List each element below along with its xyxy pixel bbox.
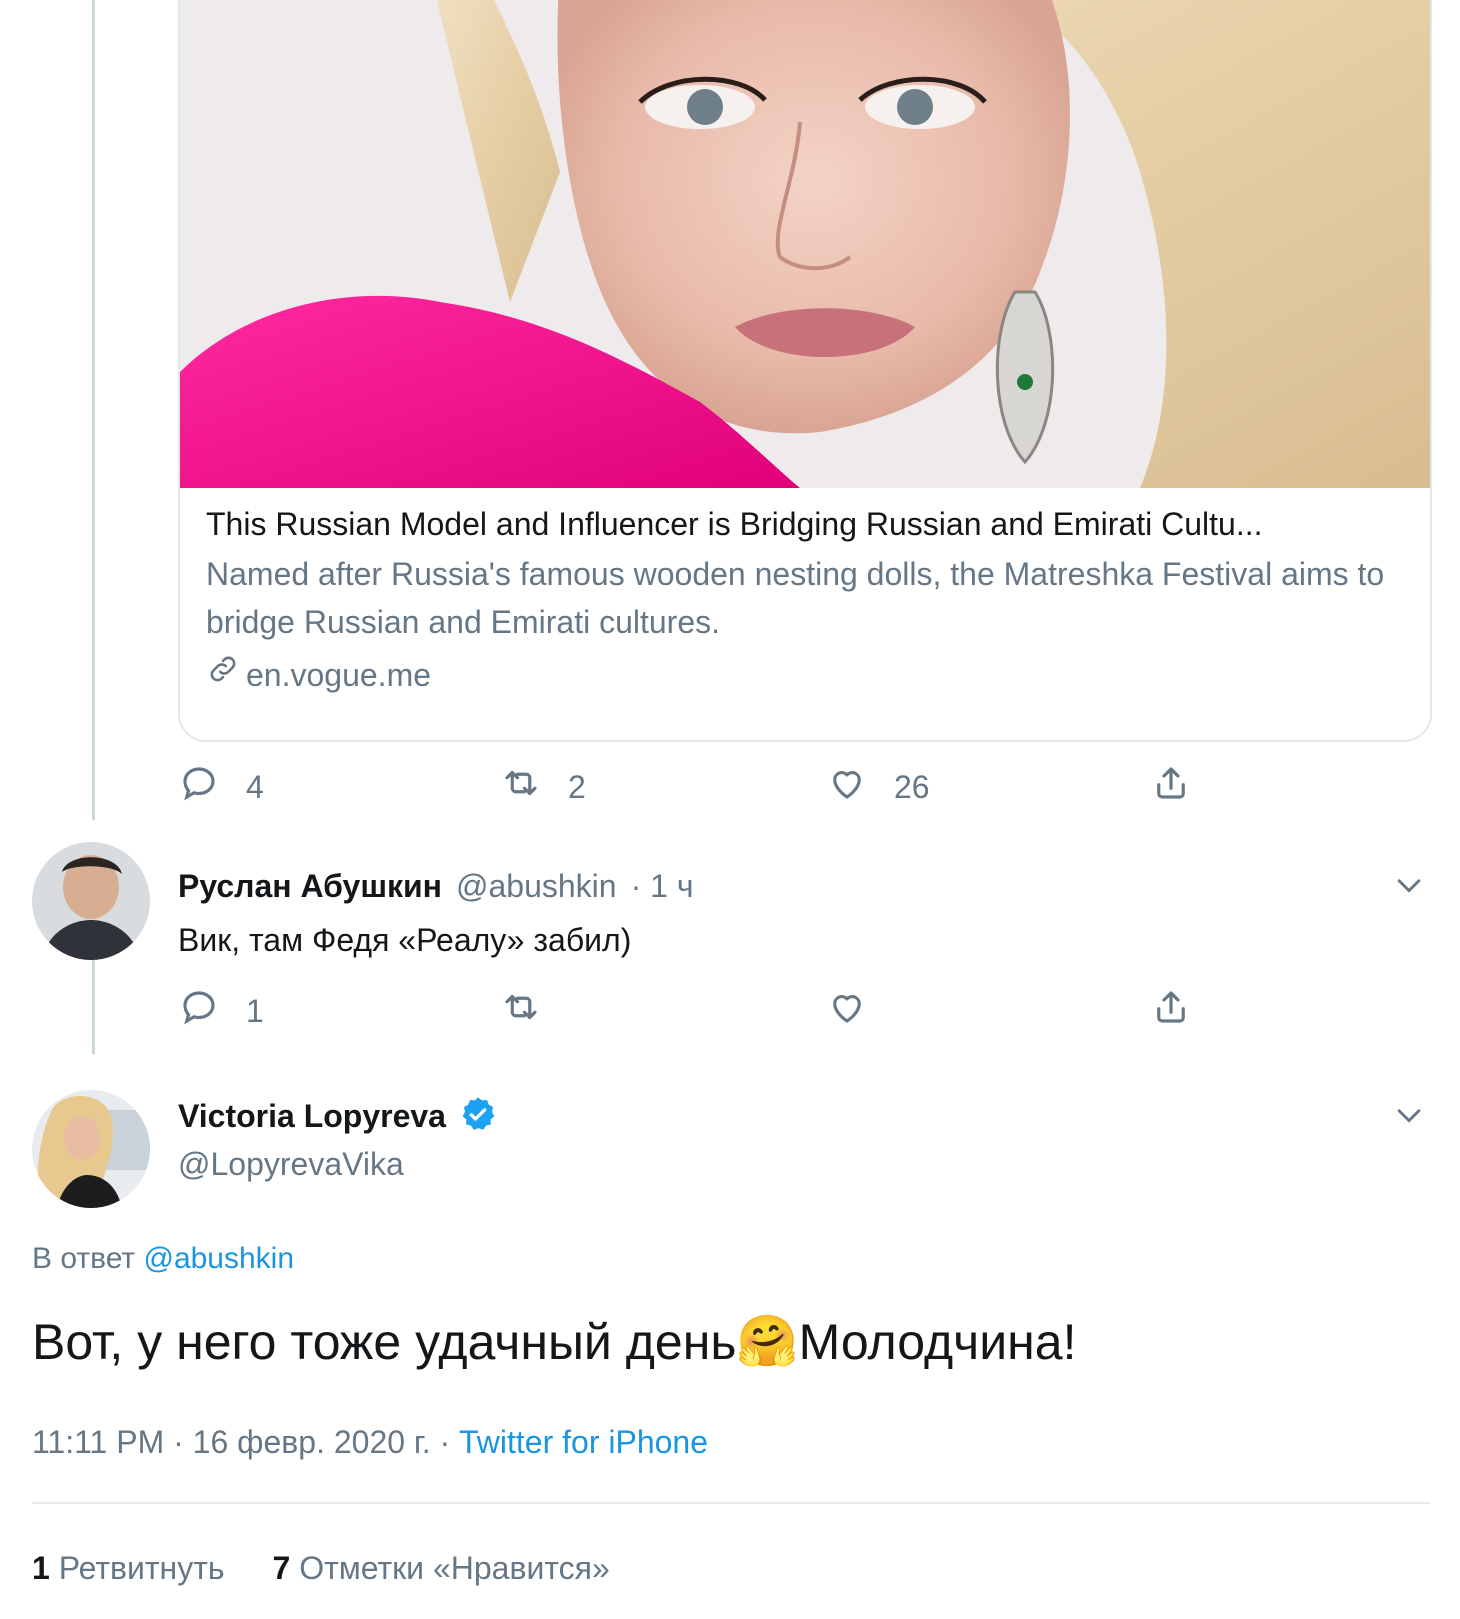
retweet-button[interactable]: [500, 986, 542, 1036]
reply-icon: [178, 762, 220, 812]
share-button[interactable]: [1150, 986, 1192, 1036]
replying-to: В ответ @abushkin: [32, 1242, 294, 1276]
replying-to-link[interactable]: @abushkin: [143, 1242, 294, 1275]
card-domain: en.vogue.me: [246, 656, 432, 693]
main-author-name[interactable]: Victoria Lopyreva: [178, 1098, 446, 1135]
like-button[interactable]: [826, 986, 868, 1036]
reply-time[interactable]: · 1 ч: [631, 868, 694, 905]
meta-divider: [32, 1502, 1430, 1504]
tweet-source-link[interactable]: Twitter for iPhone: [459, 1424, 708, 1460]
main-author-handle[interactable]: @LopyrevaVika: [178, 1146, 404, 1183]
verified-badge-icon: [458, 1094, 498, 1139]
reply-count: 4: [246, 768, 264, 805]
share-button[interactable]: [1150, 762, 1192, 812]
likes-label: Отметки «Нравится»: [299, 1550, 610, 1586]
main-tweet-author-row: Victoria Lopyreva: [178, 1094, 498, 1139]
reply-icon: [178, 986, 220, 1036]
avatar-ruslan[interactable]: [32, 842, 150, 960]
reply-count: 1: [246, 992, 264, 1029]
avatar-victoria[interactable]: [32, 1090, 150, 1208]
main-text-after: Молодчина!: [798, 1313, 1077, 1370]
main-text-before: Вот, у него тоже удачный день: [32, 1313, 737, 1370]
thread-line-middle: [92, 958, 95, 1054]
heart-icon: [826, 986, 868, 1036]
main-tweet-text: Вот, у него тоже удачный день 🤗 Молодчин…: [32, 1312, 1076, 1371]
retweet-count: 2: [568, 768, 586, 805]
retweet-button[interactable]: 2: [500, 762, 586, 812]
reply-tweet-header: Руслан Абушкин @abushkin · 1 ч: [178, 868, 693, 905]
likes-stat[interactable]: 7 Отметки «Нравится»: [273, 1550, 610, 1587]
retweets-stat[interactable]: 1 Ретвитнуть: [32, 1550, 225, 1587]
link-icon: [206, 652, 240, 697]
main-menu-chevron-down-icon[interactable]: [1392, 1098, 1426, 1132]
retweet-icon: [500, 986, 542, 1036]
link-preview-card[interactable]: This Russian Model and Influencer is Bri…: [178, 0, 1432, 742]
share-icon: [1150, 762, 1192, 812]
tweet-actions-bar: 4 2 26: [178, 762, 1208, 822]
hugging-face-emoji-icon: 🤗: [736, 1313, 799, 1369]
heart-icon: [826, 762, 868, 812]
reply-button[interactable]: 1: [178, 986, 264, 1036]
like-button[interactable]: 26: [826, 762, 930, 812]
card-domain-row: en.vogue.me: [206, 652, 1404, 697]
retweet-icon: [500, 762, 542, 812]
card-photo: [180, 0, 1430, 488]
thread-line-top: [92, 0, 95, 820]
reply-button[interactable]: 4: [178, 762, 264, 812]
like-count: 26: [894, 768, 930, 805]
reply-menu-chevron-down-icon[interactable]: [1392, 868, 1426, 902]
retweets-label: Ретвитнуть: [58, 1550, 225, 1586]
card-image: [180, 0, 1430, 488]
main-tweet-meta: 11:11 PM · 16 февр. 2020 г. · Twitter fo…: [32, 1424, 708, 1461]
card-description: Named after Russia's famous wooden nesti…: [206, 556, 1385, 640]
likes-count: 7: [272, 1550, 291, 1586]
main-tweet-timestamp[interactable]: 11:11 PM · 16 февр. 2020 г. ·: [32, 1424, 450, 1460]
reply-author-handle[interactable]: @abushkin: [456, 868, 617, 905]
replying-to-prefix: В ответ: [32, 1242, 136, 1275]
card-text-block: This Russian Model and Influencer is Bri…: [206, 502, 1404, 697]
share-icon: [1150, 986, 1192, 1036]
reply-author-name[interactable]: Руслан Абушкин: [178, 868, 442, 905]
reply-tweet-text: Вик, там Федя «Реалу» забил): [178, 922, 632, 958]
reply-actions-bar: 1: [178, 986, 1208, 1046]
retweets-count: 1: [32, 1550, 50, 1586]
tweet-stats: 1 Ретвитнуть 7 Отметки «Нравится»: [32, 1550, 610, 1587]
card-title: This Russian Model and Influencer is Bri…: [206, 506, 1263, 542]
